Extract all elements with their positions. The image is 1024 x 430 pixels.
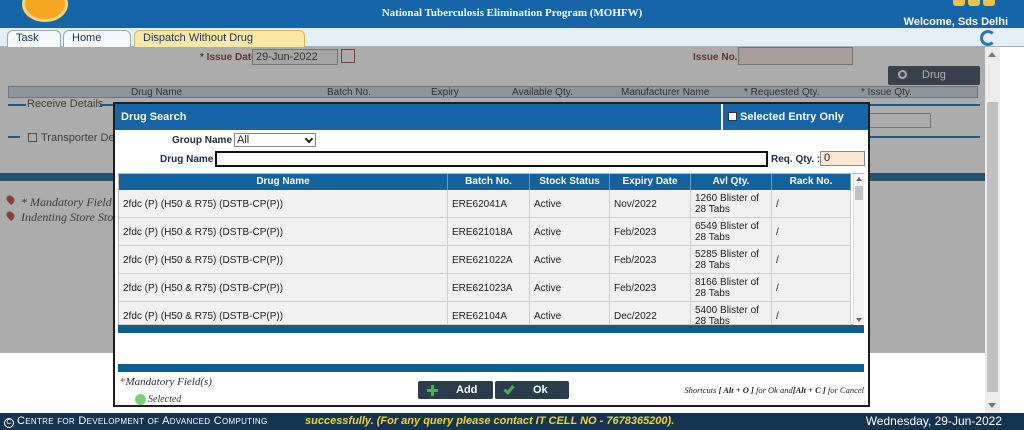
shortcuts-mid: for Ok and: [753, 385, 793, 395]
footer-date: Wednesday, 29-Jun-2022: [865, 414, 1002, 428]
app-title: National Tuberculosis Elimination Progra…: [381, 7, 643, 19]
group-name-value: All: [237, 134, 250, 146]
col-rack-no[interactable]: Rack No.: [772, 174, 851, 190]
cell-rack-no: /: [772, 274, 851, 302]
header-icon[interactable]: [953, 0, 965, 6]
cell-batch-no: ERE621022A: [448, 246, 530, 274]
table-row[interactable]: 2fdc (P) (H50 & R75) (DSTB-CP(P)) ERE621…: [119, 246, 851, 274]
col-stock-status[interactable]: Stock Status: [530, 174, 610, 190]
cell-rack-no: /: [772, 190, 851, 218]
cell-batch-no: ERE621018A: [448, 218, 530, 246]
group-name-label: Group Name: [172, 135, 233, 146]
copyright-icon: C: [4, 418, 14, 428]
footer-org-name: Centre for Development of Advanced Compu…: [17, 415, 268, 427]
drug-name-label: Drug Name: [160, 154, 214, 165]
tab-task-list[interactable]: Task List: [7, 30, 61, 59]
cell-avl-qty: 5285 Blister of 28 Tabs: [691, 246, 772, 274]
scroll-up-icon[interactable]: [856, 177, 862, 181]
selected-entry-only-label: Selected Entry Only: [740, 111, 844, 123]
table-row[interactable]: 2fdc (P) (H50 & R75) (DSTB-CP(P)) ERE620…: [119, 190, 851, 218]
add-button-label: Add: [456, 384, 478, 396]
app-header: National Tuberculosis Elimination Progra…: [0, 0, 1024, 28]
cell-expiry-date: Feb/2023: [610, 274, 691, 302]
col-expiry-date[interactable]: Expiry Date: [610, 174, 691, 190]
check-icon: [503, 383, 515, 395]
cell-drug-name: 2fdc (P) (H50 & R75) (DSTB-CP(P)): [119, 274, 448, 302]
plus-icon: [427, 385, 438, 396]
cell-batch-no: ERE62041A: [448, 190, 530, 218]
cell-avl-qty: 8166 Blister of 28 Tabs: [691, 274, 772, 302]
cell-expiry-date: Feb/2023: [610, 218, 691, 246]
selected-legend-label: Selected: [148, 394, 182, 405]
shortcut-ok-keys: [ Alt + O ]: [718, 385, 754, 395]
shortcuts-prefix: Shortcuts: [684, 385, 719, 395]
add-button[interactable]: Add: [418, 381, 493, 399]
shortcuts-hint: Shortcuts [ Alt + O ] for Ok and[Alt + C…: [684, 385, 864, 395]
cell-drug-name: 2fdc (P) (H50 & R75) (DSTB-CP(P)): [119, 302, 448, 324]
cell-batch-no: ERE62104A: [448, 302, 530, 324]
footer-org: C Centre for Development of Advanced Comp…: [4, 415, 267, 428]
refresh-icon[interactable]: [980, 30, 996, 46]
ok-button[interactable]: Ok: [495, 381, 569, 399]
cell-stock-status: Active: [530, 302, 610, 324]
tab-dispatch-without-drug-request[interactable]: Dispatch Without Drug Request×: [134, 30, 305, 59]
drug-search-dialog: Drug Search Selected Entry Only Group Na…: [113, 102, 870, 407]
grid-header: Drug Name Batch No. Stock Status Expiry …: [119, 174, 851, 190]
app-footer: C Centre for Development of Advanced Comp…: [0, 413, 1024, 430]
table-row[interactable]: 2fdc (P) (H50 & R75) (DSTB-CP(P)) ERE621…: [119, 274, 851, 302]
chevron-down-icon: [304, 134, 314, 144]
shortcut-cancel-keys: [Alt + C ]: [792, 385, 826, 395]
req-qty-label: Req. Qty. :: [771, 154, 821, 165]
tab-home-menu[interactable]: Home Menu: [63, 30, 131, 59]
col-drug-name[interactable]: Drug Name: [119, 174, 448, 190]
mandatory-note: *Mandatory Field(s): [120, 376, 212, 388]
table-row[interactable]: 2fdc (P) (H50 & R75) (DSTB-CP(P)) ERE621…: [119, 218, 851, 246]
cell-stock-status: Active: [530, 190, 610, 218]
footer-marquee: successfully. (For any query please cont…: [305, 415, 675, 427]
cell-stock-status: Active: [530, 218, 610, 246]
welcome-text: Welcome, Sds Delhi: [903, 16, 1008, 28]
cell-drug-name: 2fdc (P) (H50 & R75) (DSTB-CP(P)): [119, 190, 448, 218]
scrollbar-thumb[interactable]: [987, 102, 998, 392]
col-avl-qty[interactable]: Avl Qty.: [691, 174, 772, 190]
cell-rack-no: /: [772, 302, 851, 324]
header-icon[interactable]: [983, 0, 995, 6]
cell-drug-name: 2fdc (P) (H50 & R75) (DSTB-CP(P)): [119, 218, 448, 246]
cell-expiry-date: Feb/2023: [610, 246, 691, 274]
cell-drug-name: 2fdc (P) (H50 & R75) (DSTB-CP(P)): [119, 246, 448, 274]
action-band: [118, 364, 864, 372]
grid-footer-band: [118, 325, 864, 333]
drug-name-input[interactable]: [215, 151, 768, 167]
group-name-select[interactable]: All: [234, 133, 316, 147]
drug-results-grid: Drug Name Batch No. Stock Status Expiry …: [118, 173, 864, 325]
ok-button-label: Ok: [533, 384, 548, 396]
scroll-down-icon[interactable]: [856, 318, 862, 322]
tab-bar: Task List Home Menu Dispatch Without Dru…: [0, 28, 1024, 59]
header-icon[interactable]: [968, 0, 980, 6]
cell-avl-qty: 5400 Blister of 28 Tabs: [691, 302, 772, 324]
selected-entry-only-checkbox[interactable]: [728, 112, 737, 121]
scroll-down-icon[interactable]: [988, 403, 996, 408]
req-qty-input[interactable]: 0: [820, 151, 865, 166]
cell-expiry-date: Nov/2022: [610, 190, 691, 218]
cell-stock-status: Active: [530, 274, 610, 302]
cell-avl-qty: 6549 Blister of 28 Tabs: [691, 218, 772, 246]
cell-rack-no: /: [772, 246, 851, 274]
shortcuts-suffix: for Cancel: [825, 385, 864, 395]
col-batch-no[interactable]: Batch No.: [448, 174, 530, 190]
cell-rack-no: /: [772, 218, 851, 246]
header-icons: [950, 0, 1010, 8]
cell-batch-no: ERE621023A: [448, 274, 530, 302]
scroll-up-icon[interactable]: [988, 52, 996, 57]
page-scrollbar[interactable]: [985, 47, 1000, 413]
grid-scrollbar-thumb[interactable]: [855, 186, 863, 200]
selected-entry-only-toggle[interactable]: Selected Entry Only: [721, 104, 868, 130]
table-row[interactable]: 2fdc (P) (H50 & R75) (DSTB-CP(P)) ERE621…: [119, 302, 851, 325]
mandatory-text: Mandatory Field(s): [125, 376, 212, 388]
cell-stock-status: Active: [530, 246, 610, 274]
grid-scrollbar[interactable]: [853, 174, 864, 325]
cell-expiry-date: Dec/2022: [610, 302, 691, 324]
cell-avl-qty: 1260 Blister of 28 Tabs: [691, 190, 772, 218]
selected-legend-icon: [135, 394, 146, 405]
